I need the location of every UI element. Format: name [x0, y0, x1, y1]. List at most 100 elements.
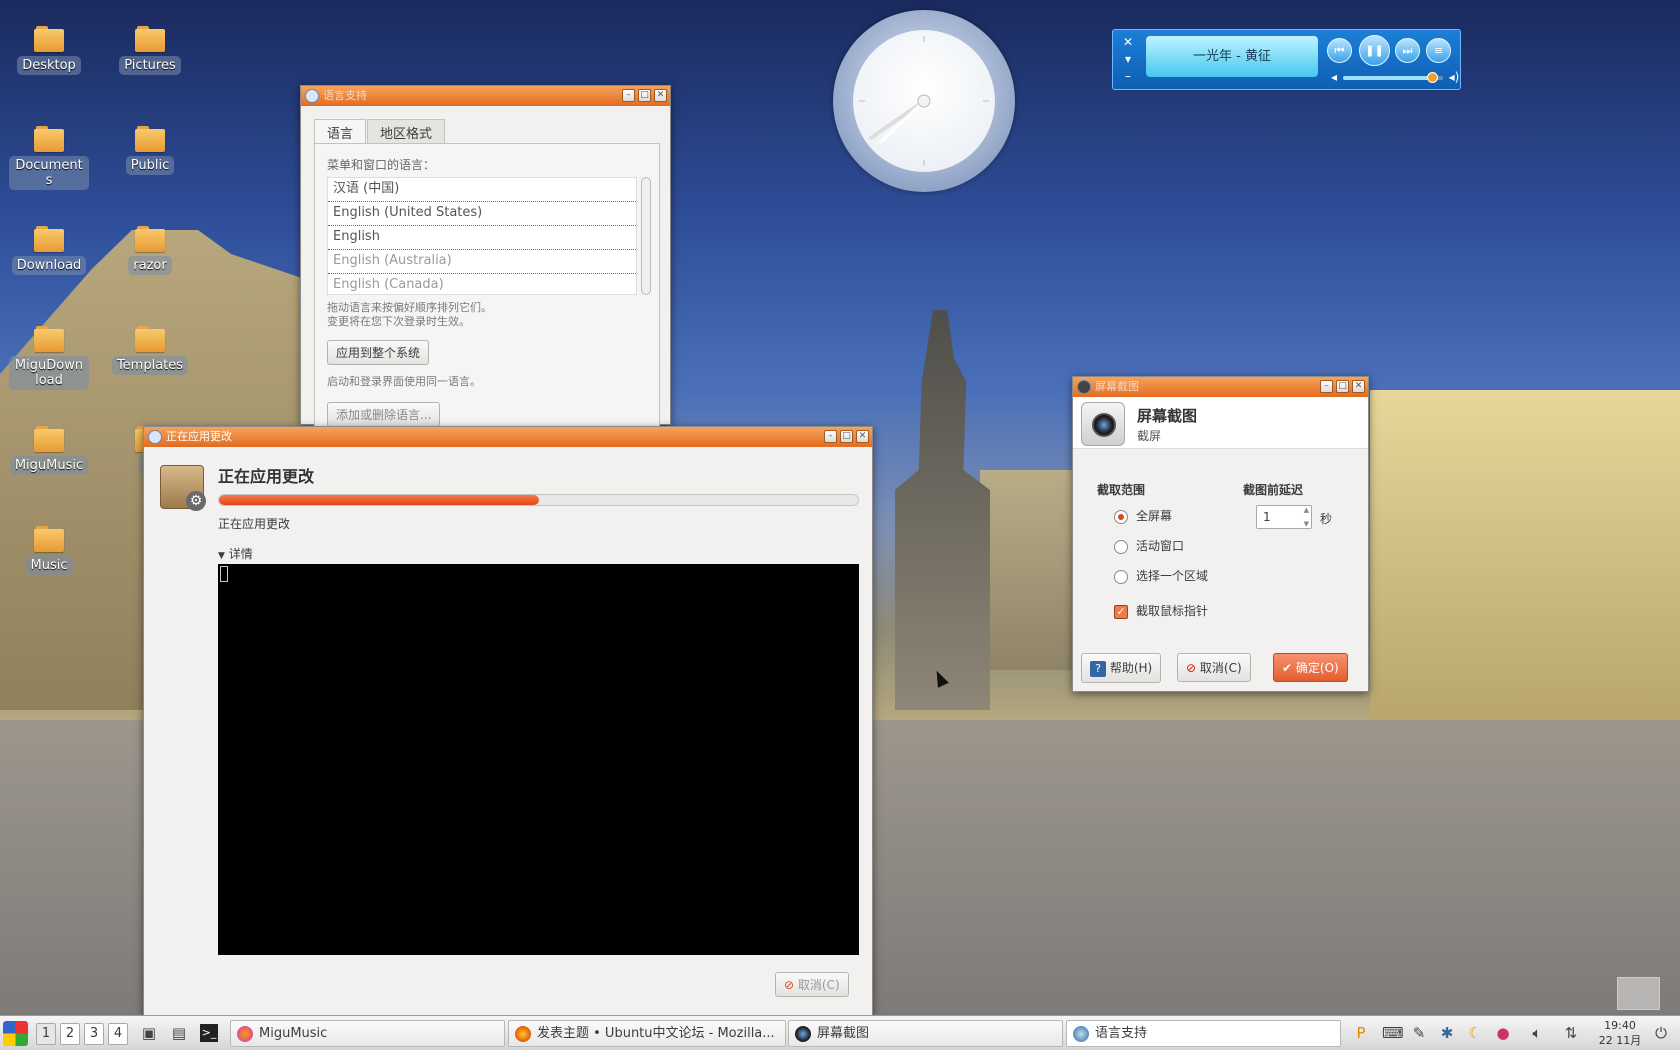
taskbar-item-firefox[interactable]: 发表主题 • Ubuntu中文论坛 - Mozilla... [508, 1020, 786, 1047]
help-label: 帮助(H) [1109, 661, 1153, 675]
next-icon[interactable]: ⏭ [1395, 38, 1420, 63]
chevron-down-icon: ▼ [218, 551, 225, 561]
progress-bar [218, 494, 859, 506]
minimize-button[interactable]: – [824, 430, 837, 443]
desktop-icon-pictures[interactable]: Pictures [109, 26, 191, 75]
option-select-area[interactable]: 选择一个区域 [1114, 567, 1208, 584]
tab-regional-formats[interactable]: 地区格式 [367, 119, 446, 145]
desktop-icon-templates[interactable]: Templates [109, 326, 191, 375]
close-button[interactable]: ✕ [1352, 380, 1365, 393]
maximize-button[interactable]: □ [1336, 380, 1349, 393]
taskbar-item-label: 屏幕截图 [817, 1026, 870, 1041]
details-expander[interactable]: ▼ 详情 [218, 545, 253, 562]
list-item[interactable]: 汉语 (中国) [328, 178, 636, 202]
volume-slider[interactable] [1343, 72, 1443, 83]
delay-label: 截图前延迟 [1243, 483, 1304, 497]
desktop-icon-label: Download [11, 256, 87, 275]
minimize-button[interactable]: – [622, 89, 635, 102]
window-titlebar[interactable]: 正在应用更改 – □ ✕ [144, 427, 872, 447]
clock-face [853, 30, 995, 172]
option-label: 选择一个区域 [1136, 569, 1209, 583]
capture-pointer-option[interactable]: ✓ 截取鼠标指针 [1114, 602, 1208, 619]
pen-icon[interactable]: ✎ [1410, 1024, 1428, 1042]
window-titlebar[interactable]: 屏幕截图 – □ ✕ [1073, 377, 1368, 397]
clipboard-icon[interactable]: P [1352, 1024, 1370, 1042]
pause-icon[interactable]: ❚❚ [1359, 35, 1390, 66]
radio-select-area[interactable] [1114, 569, 1128, 584]
app-icon [305, 89, 319, 103]
close-button[interactable]: ✕ [856, 430, 869, 443]
minimize-icon[interactable]: – [1121, 69, 1135, 83]
add-remove-language-button[interactable]: 添加或删除语言... [327, 402, 441, 427]
prev-icon[interactable]: ⏮ [1327, 38, 1352, 63]
start-menu-icon[interactable] [3, 1021, 28, 1046]
folder-icon [135, 326, 165, 352]
option-active-window[interactable]: 活动窗口 [1114, 537, 1184, 554]
capture-pointer-checkbox[interactable]: ✓ [1114, 604, 1128, 619]
list-item[interactable]: English [328, 226, 636, 250]
workspace-1[interactable]: 1 [36, 1023, 56, 1045]
file-manager-icon[interactable]: ▤ [170, 1024, 188, 1042]
taskbar-item-screenshot[interactable]: 屏幕截图 [788, 1020, 1063, 1047]
menu-icon[interactable]: ≡ [1426, 38, 1451, 63]
power-icon[interactable]: ⏻ [1652, 1024, 1670, 1042]
desktop-icon-migumusic[interactable]: MiguMusic [8, 426, 90, 475]
applying-changes-window: 正在应用更改 – □ ✕ ⚙ 正在应用更改 正在应用更改 ▼ 详情 ⊘ 取消(C) [143, 426, 873, 1015]
minimize-button[interactable]: – [1320, 380, 1333, 393]
screenshot-window: 屏幕截图 – □ ✕ 屏幕截图 截屏 截取范围 截图前延迟 全屏幕 活动窗口 选择一… [1072, 376, 1369, 692]
volume-knob[interactable] [1427, 72, 1438, 83]
close-icon[interactable]: ✕ [1121, 35, 1135, 49]
clock-time: 19:40 [1604, 1019, 1636, 1032]
maximize-button[interactable]: □ [840, 430, 853, 443]
list-item[interactable]: English (Australia) [328, 250, 636, 274]
bug-icon[interactable]: ✱ [1438, 1024, 1456, 1042]
desktop-icon-desktop[interactable]: Desktop [8, 26, 90, 75]
list-item[interactable]: English (Canada) [328, 274, 636, 294]
desktop-icon-download[interactable]: Download [8, 226, 90, 275]
maximize-button[interactable]: □ [638, 89, 651, 102]
keyboard-icon[interactable]: ⌨ [1382, 1024, 1404, 1042]
close-button[interactable]: ✕ [654, 89, 667, 102]
desktop-icon-label: Documents [9, 156, 89, 190]
window-titlebar[interactable]: 语言支持 – □ ✕ [301, 86, 670, 106]
collapse-icon[interactable]: ▾ [1121, 52, 1135, 66]
network-icon[interactable]: ⇅ [1562, 1024, 1580, 1042]
cancel-button[interactable]: ⊘ 取消(C) [1177, 653, 1251, 682]
taskbar-item-language-support[interactable]: 语言支持 [1066, 1020, 1341, 1047]
desktop-icon-documents[interactable]: Documents [8, 126, 90, 190]
language-list[interactable]: 汉语 (中国) English (United States) English … [327, 177, 637, 295]
help-button[interactable]: ? 帮助(H) [1081, 653, 1162, 683]
volume-icon[interactable]: 🔈︎ [1528, 1024, 1546, 1042]
radio-active-window[interactable] [1114, 539, 1128, 554]
ok-button[interactable]: ✔ 确定(O) [1273, 653, 1348, 682]
scrollbar[interactable] [641, 177, 651, 295]
delay-spinner[interactable]: 1 ▲ ▼ [1256, 505, 1312, 529]
desktop-icon-razor[interactable]: razor [109, 226, 191, 275]
terminal-output[interactable] [218, 564, 859, 955]
camera-icon[interactable]: ▣ [140, 1024, 158, 1042]
fish-icon[interactable]: ● [1494, 1024, 1512, 1042]
show-desktop-button[interactable] [1617, 977, 1660, 1010]
desktop-icon-music[interactable]: Music [8, 526, 90, 575]
workspace-3[interactable]: 3 [84, 1023, 104, 1045]
apply-system-button[interactable]: 应用到整个系统 [327, 340, 430, 365]
radio-fullscreen[interactable] [1114, 509, 1128, 524]
option-fullscreen[interactable]: 全屏幕 [1114, 507, 1172, 524]
folder-icon [34, 326, 64, 352]
moon-icon[interactable]: ☾ [1466, 1024, 1484, 1042]
taskbar-item-migumusic[interactable]: MiguMusic [230, 1020, 505, 1047]
status-text: 正在应用更改 [218, 517, 291, 531]
desktop-icon-public[interactable]: Public [109, 126, 191, 175]
tab-language[interactable]: 语言 [314, 119, 367, 145]
workspace-2[interactable]: 2 [60, 1023, 80, 1045]
workspace-4[interactable]: 4 [108, 1023, 128, 1045]
taskbar-clock[interactable]: 19:40 22 11月 [1595, 1018, 1645, 1048]
spin-up-icon[interactable]: ▲ [1304, 506, 1309, 514]
spin-down-icon[interactable]: ▼ [1304, 520, 1309, 528]
login-hint: 启动和登录界面使用同一语言。 [327, 375, 481, 388]
cancel-button[interactable]: ⊘ 取消(C) [775, 972, 849, 997]
desktop-icon-migudownload[interactable]: MiguDownload [8, 326, 90, 390]
terminal-icon[interactable]: >_ [200, 1024, 218, 1042]
list-item[interactable]: English (United States) [328, 202, 636, 226]
menu-language-label: 菜单和窗口的语言： [327, 158, 436, 172]
